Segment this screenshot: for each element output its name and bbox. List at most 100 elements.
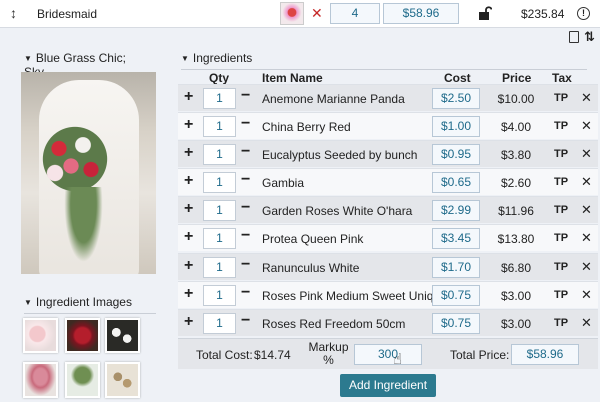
ingredient-tax-code: TP bbox=[554, 261, 569, 273]
increase-quantity-button[interactable]: + bbox=[184, 228, 193, 246]
ingredient-name: Roses Pink Medium Sweet Unique bbox=[262, 289, 447, 303]
ingredients-section-label: Ingredients bbox=[192, 51, 253, 65]
remove-ingredient-icon[interactable]: ✕ bbox=[581, 118, 592, 134]
ingredient-image-thumbnail[interactable] bbox=[23, 318, 58, 353]
ingredient-row: + 1 − Protea Queen Pink $3.45 $13.80 TP … bbox=[178, 224, 598, 251]
ingredient-tax-code: TP bbox=[554, 148, 569, 160]
ingredient-tax-code: TP bbox=[554, 92, 569, 104]
sort-icon[interactable]: ⇅ bbox=[584, 29, 595, 45]
ingredient-name: China Berry Red bbox=[262, 120, 351, 134]
increase-quantity-button[interactable]: + bbox=[184, 313, 193, 331]
arrangement-photo bbox=[21, 72, 156, 274]
decrease-quantity-button[interactable]: − bbox=[241, 143, 250, 161]
column-header-item-name: Item Name bbox=[262, 71, 323, 85]
ingredient-tax-code: TP bbox=[554, 176, 569, 188]
ingredient-row: + 1 − Eucalyptus Seeded by bunch $0.95 $… bbox=[178, 140, 598, 167]
increase-quantity-button[interactable]: + bbox=[184, 257, 193, 275]
decrease-quantity-button[interactable]: − bbox=[241, 115, 250, 133]
unlock-icon[interactable] bbox=[478, 6, 492, 20]
ingredient-cost-field[interactable]: $3.45 bbox=[432, 228, 480, 249]
ingredient-row: + 1 − Anemone Marianne Panda $2.50 $10.0… bbox=[178, 84, 598, 111]
ingredient-quantity-field[interactable]: 1 bbox=[203, 116, 236, 137]
decrease-quantity-button[interactable]: − bbox=[241, 312, 250, 330]
increase-quantity-button[interactable]: + bbox=[184, 285, 193, 303]
remove-ingredient-icon[interactable]: ✕ bbox=[581, 90, 592, 106]
remove-ingredient-icon[interactable]: ✕ bbox=[581, 287, 592, 303]
ingredient-row: + 1 − Ranunculus White $1.70 $6.80 TP ✕ bbox=[178, 253, 598, 280]
ingredient-name: Roses Red Freedom 50cm bbox=[262, 317, 406, 331]
ingredient-cost-field[interactable]: $0.65 bbox=[432, 172, 480, 193]
decrease-quantity-button[interactable]: − bbox=[241, 87, 250, 105]
decrease-quantity-button[interactable]: − bbox=[241, 227, 250, 245]
ingredient-row: + 1 − Garden Roses White O'hara $2.99 $1… bbox=[178, 196, 598, 223]
ingredient-image-thumbnail[interactable] bbox=[65, 362, 100, 398]
ingredients-section-header[interactable]: ▼ Ingredients bbox=[181, 51, 587, 70]
remove-ingredient-icon[interactable]: ✕ bbox=[581, 146, 592, 162]
total-price-label: Total Price: bbox=[450, 348, 510, 362]
collapse-triangle-icon: ▼ bbox=[24, 54, 32, 63]
column-header-cost: Cost bbox=[444, 71, 471, 85]
ingredient-quantity-field[interactable]: 1 bbox=[203, 88, 236, 109]
ingredient-cost-field[interactable]: $1.00 bbox=[432, 116, 480, 137]
decrease-quantity-button[interactable]: − bbox=[241, 284, 250, 302]
ingredient-cost-field[interactable]: $2.50 bbox=[432, 88, 480, 109]
ingredient-cost-field[interactable]: $0.95 bbox=[432, 144, 480, 165]
remove-ingredient-icon[interactable]: ✕ bbox=[581, 315, 592, 331]
ingredient-price: $10.00 bbox=[497, 92, 535, 106]
decrease-quantity-button[interactable]: − bbox=[241, 199, 250, 217]
arrangement-quantity-field[interactable]: 4 bbox=[330, 3, 380, 24]
ingredient-price: $3.00 bbox=[500, 317, 532, 331]
ingredient-quantity-field[interactable]: 1 bbox=[203, 228, 236, 249]
add-ingredient-button[interactable]: Add Ingredient bbox=[340, 374, 436, 397]
ingredient-name: Protea Queen Pink bbox=[262, 232, 364, 246]
increase-quantity-button[interactable]: + bbox=[184, 172, 193, 190]
increase-quantity-button[interactable]: + bbox=[184, 88, 193, 106]
ingredient-image-thumbnail[interactable] bbox=[105, 318, 140, 353]
ingredient-quantity-field[interactable]: 1 bbox=[203, 144, 236, 165]
arrangement-thumbnail[interactable] bbox=[280, 2, 304, 25]
ingredient-cost-field[interactable]: $0.75 bbox=[432, 313, 480, 334]
decrease-quantity-button[interactable]: − bbox=[241, 171, 250, 189]
ingredient-quantity-field[interactable]: 1 bbox=[203, 257, 236, 278]
ingredient-image-thumbnail[interactable] bbox=[65, 318, 100, 353]
info-icon[interactable]: ! bbox=[577, 7, 590, 20]
remove-arrangement-icon[interactable]: ✕ bbox=[311, 5, 323, 22]
ingredient-cost-field[interactable]: $0.75 bbox=[432, 285, 480, 306]
arrangement-header: ↕ Bridesmaid ✕ 4 $58.96 $235.84 ! bbox=[0, 0, 600, 28]
arrangement-total: $235.84 bbox=[521, 7, 565, 21]
column-header-tax: Tax bbox=[552, 71, 572, 85]
ingredient-quantity-field[interactable]: 1 bbox=[203, 200, 236, 221]
ingredient-cost-field[interactable]: $2.99 bbox=[432, 200, 480, 221]
total-price-field[interactable]: $58.96 bbox=[511, 344, 579, 365]
ingredient-price: $2.60 bbox=[500, 176, 532, 190]
increase-quantity-button[interactable]: + bbox=[184, 200, 193, 218]
ingredient-tax-code: TP bbox=[554, 317, 569, 329]
ingredient-price: $3.00 bbox=[500, 289, 532, 303]
remove-ingredient-icon[interactable]: ✕ bbox=[581, 202, 592, 218]
ingredient-images-header[interactable]: ▼ Ingredient Images bbox=[24, 295, 156, 314]
ingredient-price: $6.80 bbox=[500, 261, 532, 275]
remove-ingredient-icon[interactable]: ✕ bbox=[581, 230, 592, 246]
ingredient-quantity-field[interactable]: 1 bbox=[203, 285, 236, 306]
remove-ingredient-icon[interactable]: ✕ bbox=[581, 174, 592, 190]
markup-input[interactable]: 300 bbox=[354, 344, 422, 365]
ingredient-name: Ranunculus White bbox=[262, 261, 360, 275]
ingredient-price: $3.80 bbox=[500, 148, 532, 162]
remove-ingredient-icon[interactable]: ✕ bbox=[581, 259, 592, 275]
drag-handle-icon[interactable]: ↕ bbox=[10, 5, 17, 21]
ingredient-price: $11.96 bbox=[498, 204, 534, 218]
increase-quantity-button[interactable]: + bbox=[184, 116, 193, 134]
ingredient-quantity-field[interactable]: 1 bbox=[203, 172, 236, 193]
increase-quantity-button[interactable]: + bbox=[184, 144, 193, 162]
ingredient-image-thumbnail[interactable] bbox=[23, 362, 58, 398]
ingredient-price: $13.80 bbox=[497, 232, 535, 246]
arrangement-unit-price-field[interactable]: $58.96 bbox=[383, 3, 459, 24]
ingredient-quantity-field[interactable]: 1 bbox=[203, 313, 236, 334]
document-icon[interactable] bbox=[569, 31, 579, 43]
ingredient-price: $4.00 bbox=[500, 120, 532, 134]
ingredient-images-label: Ingredient Images bbox=[35, 295, 132, 309]
ingredient-cost-field[interactable]: $1.70 bbox=[432, 257, 480, 278]
decrease-quantity-button[interactable]: − bbox=[241, 256, 250, 274]
ingredient-row: + 1 − Gambia $0.65 $2.60 TP ✕ bbox=[178, 168, 598, 195]
ingredient-image-thumbnail[interactable] bbox=[105, 362, 140, 398]
